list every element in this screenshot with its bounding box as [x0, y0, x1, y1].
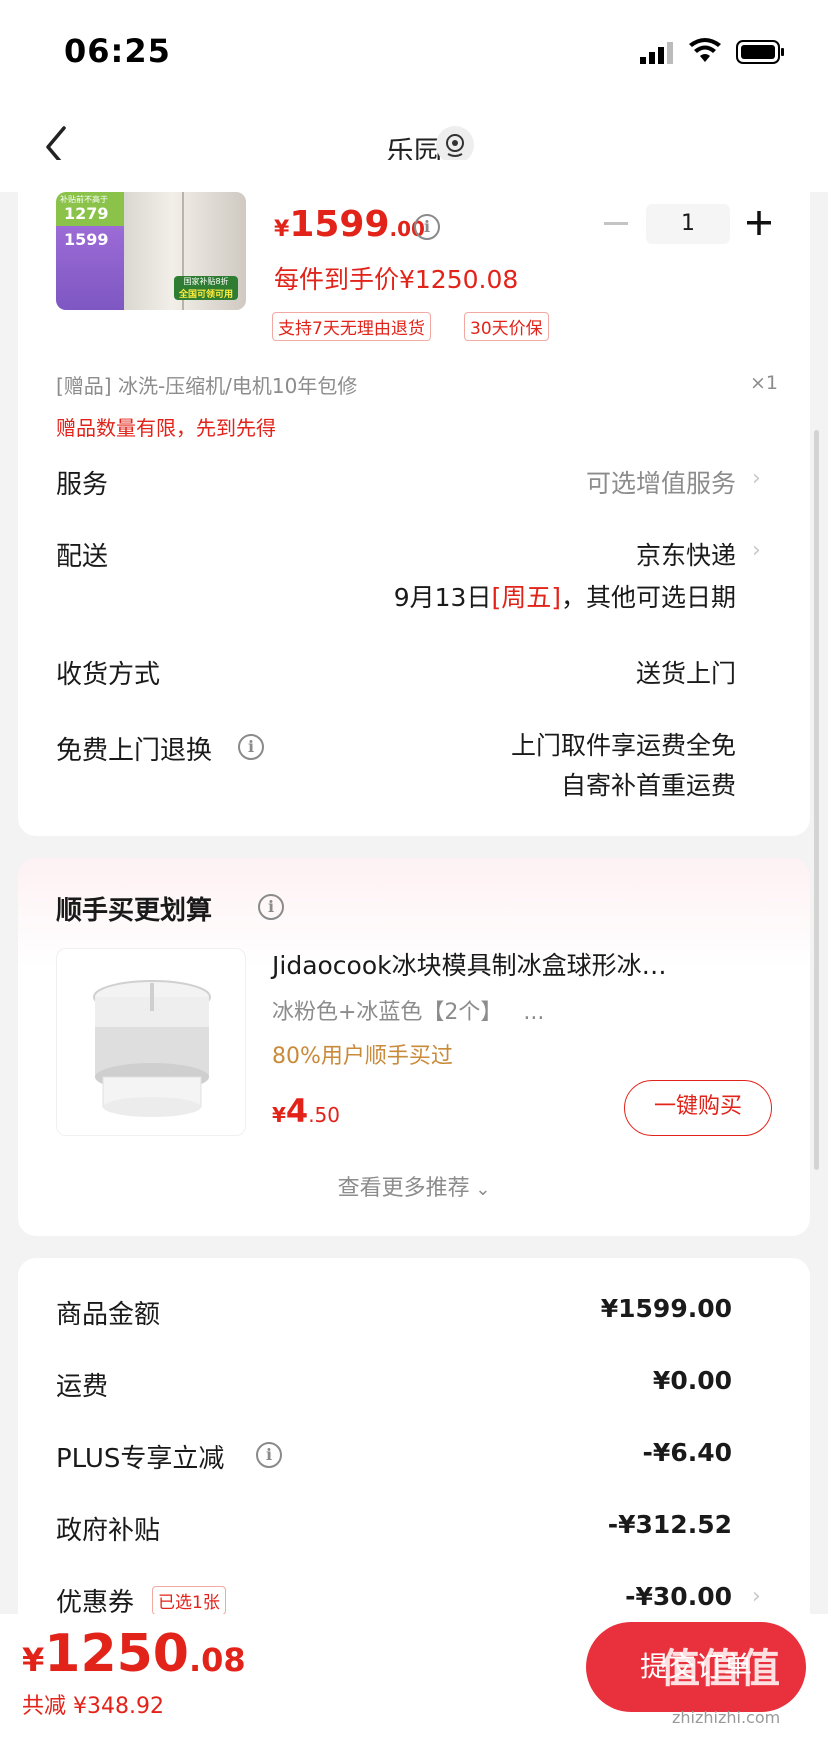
tag-7day-return: 支持7天无理由退货 — [272, 312, 431, 341]
recommend-item-image[interactable] — [56, 948, 246, 1136]
ice-mold-icon — [93, 980, 211, 1117]
info-icon[interactable]: i — [258, 894, 284, 920]
service-chevron-icon[interactable]: › — [752, 466, 761, 491]
quantity-minus-button[interactable] — [604, 222, 628, 225]
gov-subsidy-label: 政府补贴 — [56, 1516, 161, 1546]
quantity-field[interactable]: 1 — [646, 204, 730, 244]
price-symbol: ¥ — [22, 1641, 45, 1679]
shipping-label: 运费 — [56, 1372, 109, 1402]
recommend-item-title[interactable]: Jidaocook冰块模具制冰盒球形冰… — [272, 946, 667, 982]
free-return-value-2: 自寄补首重运费 — [560, 771, 736, 800]
return-info-icon[interactable]: i — [238, 734, 264, 760]
delivery-more: ，其他可选日期 — [560, 583, 736, 612]
recommend-item-stat: 80%用户顺手买过 — [272, 1044, 453, 1069]
price-dec: .50 — [308, 1103, 340, 1127]
coupon-value[interactable]: -¥30.00 — [625, 1582, 732, 1611]
price-info-icon[interactable]: i — [414, 214, 440, 240]
plus-discount-label: PLUS专享立减 — [56, 1444, 225, 1474]
receive-method-value: 送货上门 — [635, 659, 736, 688]
delivery-date: 9月13日 — [393, 583, 492, 612]
plus-info-icon[interactable]: i — [256, 1442, 282, 1468]
price-dec: .08 — [189, 1641, 246, 1679]
more-recommend-link[interactable]: 查看更多推荐 ⌄ — [0, 1170, 828, 1202]
recommend-title: 顺手买更划算 — [56, 896, 213, 926]
product-image[interactable]: 补贴前不高于 1279 1599 国家补贴8折 全国可领可用 — [56, 192, 246, 310]
quantity-plus-button[interactable] — [744, 208, 774, 238]
watermark-url: zhizhizhi.com — [672, 1708, 781, 1727]
info-icon[interactable]: i — [414, 214, 440, 240]
service-label: 服务 — [56, 470, 109, 500]
scrollbar[interactable] — [814, 430, 819, 1170]
wifi-icon — [688, 38, 722, 64]
price-int: 1250 — [44, 1624, 189, 1684]
coupon-selected-tag: 已选1张 — [152, 1586, 226, 1615]
battery-icon — [736, 40, 786, 64]
coupon-chevron-icon[interactable]: › — [752, 1584, 761, 1609]
gov-subsidy-value: -¥312.52 — [607, 1510, 732, 1539]
one-click-buy-button[interactable]: 一键购买 — [624, 1080, 772, 1136]
delivery-value[interactable]: 京东快递 — [636, 536, 736, 572]
recommend-item-price: ¥4.50 — [272, 1092, 340, 1130]
image-promo-top: 国家补贴8折 — [183, 277, 229, 286]
status-time: 06:25 — [64, 32, 171, 70]
info-icon[interactable]: i — [256, 1442, 282, 1468]
product-price: ¥1599.00 — [274, 204, 425, 245]
image-badge-price-low: 1279 — [64, 204, 109, 223]
price-symbol: ¥ — [272, 1103, 286, 1127]
delivery-date-line[interactable]: 9月13日[周五]，其他可选日期 — [394, 578, 736, 614]
price-int: 4 — [285, 1092, 309, 1130]
delivery-label: 配送 — [56, 542, 109, 572]
watermark-logo: 值值值 — [660, 1646, 780, 1692]
info-icon[interactable]: i — [238, 734, 264, 760]
image-badge-price: 1599 — [64, 230, 109, 249]
gift-note: 赠品数量有限，先到先得 — [56, 416, 276, 440]
price-int: 1599 — [289, 204, 390, 245]
delivery-weekday: [周五] — [491, 583, 561, 612]
chevron-down-icon: ⌄ — [469, 1179, 491, 1200]
final-unit-price: 每件到手价¥1250.08 — [274, 265, 519, 294]
free-return-label: 免费上门退换 — [56, 736, 213, 766]
image-promo-bottom: 全国可领可用 — [178, 290, 233, 300]
more-recommend-label: 查看更多推荐 — [337, 1176, 470, 1201]
receive-method-label: 收货方式 — [56, 660, 161, 690]
shipping-value: ¥0.00 — [652, 1366, 732, 1395]
free-return-value-1: 上门取件享运费全免 — [510, 731, 736, 760]
image-promo-badge: 国家补贴8折 全国可领可用 — [174, 276, 238, 300]
total-saved: 共减 ¥348.92 — [22, 1694, 164, 1719]
recommend-info-icon[interactable]: i — [258, 894, 284, 920]
plus-discount-value: -¥6.40 — [642, 1438, 732, 1467]
location-icon[interactable] — [436, 126, 474, 164]
gift-quantity: ×1 — [750, 372, 779, 394]
delivery-chevron-icon[interactable]: › — [752, 538, 761, 563]
goods-amount-value: ¥1599.00 — [600, 1294, 732, 1323]
goods-amount-label: 商品金额 — [56, 1300, 161, 1330]
recommend-item-spec: 冰粉色+冰蓝色【2个】 ... — [272, 1000, 545, 1025]
tag-price-protect: 30天价保 — [464, 312, 549, 341]
gift-text: [赠品] 冰洗-压缩机/电机10年包修 — [56, 374, 358, 398]
price-symbol: ¥ — [274, 217, 290, 242]
service-value[interactable]: 可选增值服务 — [586, 464, 736, 500]
signal-icon — [640, 42, 674, 64]
total-price: ¥1250.08 — [22, 1624, 246, 1684]
